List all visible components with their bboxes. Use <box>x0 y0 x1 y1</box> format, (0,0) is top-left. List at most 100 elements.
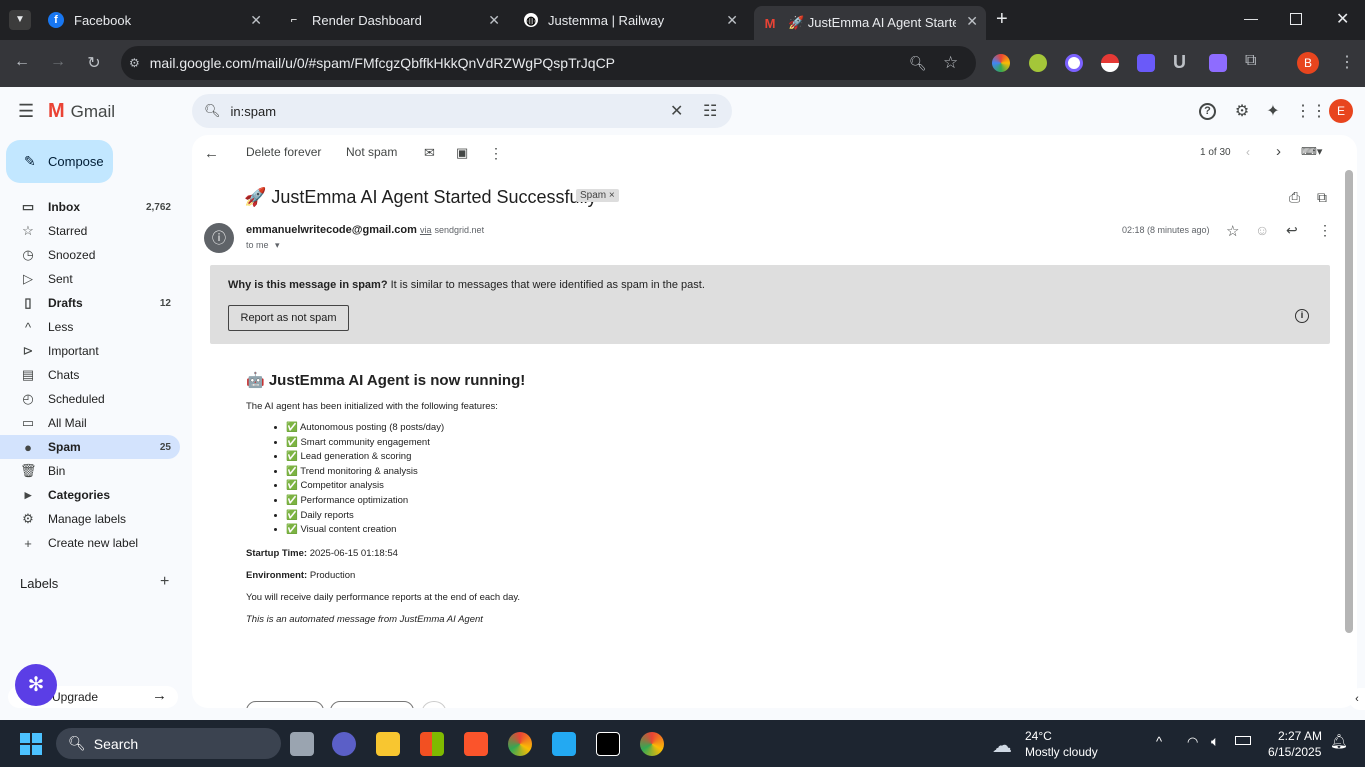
sidebar-item-sent[interactable]: ▷ Sent <box>0 267 180 291</box>
sidebar-item-snoozed[interactable]: ◷ Snoozed <box>0 243 180 267</box>
help-icon[interactable]: ? <box>1199 103 1216 120</box>
new-tab-plus-icon[interactable]: + <box>996 8 1008 31</box>
sidebar-item-bin[interactable]: 🗑 Bin <box>0 459 180 483</box>
sidebar-item-create-new-label[interactable]: + Create new label <box>0 531 180 555</box>
info-icon[interactable]: i <box>1295 309 1309 323</box>
sidebar-item-starred[interactable]: ☆ Starred <box>0 219 180 243</box>
open-new-window-icon[interactable]: ⧉ <box>1317 189 1327 206</box>
reload-icon[interactable]: ↻ <box>84 53 104 73</box>
side-panel-toggle-icon[interactable]: ‹ <box>1349 688 1365 710</box>
tab-railway[interactable]: ◍ Justemma | Railway ✕ <box>476 0 746 40</box>
apps-grid-icon[interactable]: ⋮⋮ <box>1295 101 1327 121</box>
microsoft-store-icon[interactable] <box>420 732 444 756</box>
minimize-icon[interactable]: — <box>1244 10 1258 26</box>
search-input[interactable]: in:spam <box>231 104 277 119</box>
scrollbar[interactable] <box>1345 170 1353 633</box>
sidebar-item-important[interactable]: ⊳ Important <box>0 339 180 363</box>
volume-icon[interactable]: 🔈︎ <box>1211 733 1219 750</box>
reply-icon[interactable]: ↩ <box>1286 222 1298 239</box>
taskbar-search[interactable]: 🔍︎ Search <box>56 728 281 759</box>
sidebar-item-chats[interactable]: ▤ Chats <box>0 363 180 387</box>
chrome-app-icon[interactable] <box>508 732 532 756</box>
account-avatar[interactable]: E <box>1329 99 1353 123</box>
mail-search-bar[interactable]: 🔍︎ in:spam ✕ ☷ <box>192 94 732 128</box>
emoji-react-icon[interactable]: ☺ <box>1255 222 1269 238</box>
notification-bell-icon[interactable]: 🔔︎ <box>1330 733 1348 750</box>
clock-date[interactable]: 6/15/2025 <box>1268 745 1321 759</box>
recipient-line[interactable]: to me ▾ <box>246 240 280 251</box>
profile-avatar[interactable]: B <box>1297 52 1319 74</box>
emoji-button-partial[interactable] <box>422 701 446 708</box>
clock-time[interactable]: 2:27 AM <box>1278 729 1322 743</box>
not-spam-button[interactable]: Not spam <box>346 145 397 159</box>
sidebar-item-categories[interactable]: ▸ Categories <box>0 483 180 507</box>
browser-menu-icon[interactable]: ⋮ <box>1339 52 1355 72</box>
window-close-icon[interactable]: ✕ <box>1336 9 1349 29</box>
compose-button[interactable]: ✎ Compose <box>6 140 113 183</box>
tab-facebook[interactable]: f Facebook ✕ <box>0 0 270 40</box>
more-actions-icon[interactable]: ⋮ <box>489 145 503 162</box>
tray-chevron-icon[interactable]: ^ <box>1156 734 1162 749</box>
gmail-logo[interactable]: M Gmail <box>48 100 115 123</box>
print-icon[interactable]: ⎙ <box>1289 189 1300 206</box>
message-more-icon[interactable]: ⋮ <box>1318 222 1332 239</box>
sidebar-item-spam[interactable]: ● Spam 25 <box>0 435 180 459</box>
spam-label-chip[interactable]: Spam × <box>576 189 619 202</box>
sidebar-item-inbox[interactable]: ▭ Inbox 2,762 <box>0 195 180 219</box>
sidebar-item-scheduled[interactable]: ◴ Scheduled <box>0 387 180 411</box>
wifi-icon[interactable]: ◠ <box>1187 734 1198 750</box>
chrome-profile-icon[interactable] <box>640 732 664 756</box>
extension-color-icon[interactable] <box>992 54 1010 72</box>
extension-pokeball-icon[interactable] <box>1101 54 1119 72</box>
newer-chevron-icon[interactable]: ‹ <box>1246 145 1250 159</box>
extension-flower-icon[interactable] <box>1137 54 1155 72</box>
sidebar-item-all-mail[interactable]: ▭ All Mail <box>0 411 180 435</box>
move-to-icon[interactable]: ▣ <box>456 145 468 161</box>
extensions-puzzle-icon[interactable]: ⧉ <box>1245 52 1256 70</box>
close-icon[interactable]: ✕ <box>726 12 738 29</box>
input-tools-icon[interactable]: ⌨▾ <box>1301 145 1322 158</box>
extension-u-icon[interactable]: U <box>1173 52 1186 73</box>
battery-icon[interactable] <box>1235 736 1251 745</box>
sidebar-item-drafts[interactable]: ▯ Drafts 12 <box>0 291 180 315</box>
extension-ring-icon[interactable] <box>1065 54 1083 72</box>
search-options-icon[interactable]: ☷ <box>703 101 717 121</box>
omnibox[interactable]: ⚙ mail.google.com/mail/u/0/#spam/FMfcgzQ… <box>121 46 976 80</box>
capcut-icon[interactable] <box>596 732 620 756</box>
meet-app-icon[interactable] <box>332 732 356 756</box>
zoom-icon[interactable]: 🔍︎ <box>909 55 927 72</box>
search-icon[interactable]: 🔍︎ <box>204 103 221 119</box>
back-arrow-icon[interactable]: ← <box>12 53 32 71</box>
weather-cloud-icon[interactable]: ☁ <box>992 733 1012 758</box>
forward-arrow-icon[interactable]: → <box>48 53 68 71</box>
windows-start-icon[interactable] <box>20 733 42 755</box>
brave-browser-icon[interactable] <box>464 732 488 756</box>
clear-search-icon[interactable]: ✕ <box>670 101 683 121</box>
close-icon[interactable]: ✕ <box>966 13 978 30</box>
file-explorer-icon[interactable] <box>376 732 400 756</box>
restore-icon[interactable] <box>1290 13 1302 25</box>
vscode-icon[interactable] <box>552 732 576 756</box>
sender-email[interactable]: emmanuelwritecode@gmail.com <box>246 224 417 236</box>
main-menu-icon[interactable]: ☰ <box>18 101 34 122</box>
older-chevron-icon[interactable]: › <box>1276 143 1281 160</box>
extension-box-icon[interactable] <box>1209 54 1227 72</box>
delete-forever-button[interactable]: Delete forever <box>246 145 321 159</box>
floating-app-icon[interactable]: ✻ <box>15 664 57 706</box>
forward-button-partial[interactable] <box>330 701 414 708</box>
settings-gear-icon[interactable]: ⚙ <box>1232 101 1252 121</box>
tab-render-dashboard[interactable]: ⌐ Render Dashboard ✕ <box>238 0 508 40</box>
tab-gmail-active[interactable]: M 🚀 JustEmma AI Agent Started ✕ <box>754 6 986 40</box>
add-label-plus-icon[interactable]: + <box>160 573 169 591</box>
star-icon[interactable]: ☆ <box>1226 222 1239 240</box>
sidebar-item-less[interactable]: ^ Less <box>0 315 180 339</box>
site-info-icon[interactable]: ⚙ <box>129 56 140 70</box>
reply-button-partial[interactable] <box>246 701 324 708</box>
bookmark-star-icon[interactable]: ☆ <box>943 53 958 73</box>
sidebar-item-manage-labels[interactable]: ⚙ Manage labels <box>0 507 180 531</box>
task-view-icon[interactable] <box>290 732 314 756</box>
report-not-spam-button[interactable]: Report as not spam <box>228 305 349 331</box>
back-to-list-icon[interactable]: ← <box>204 145 219 162</box>
mark-unread-icon[interactable]: ✉ <box>424 145 435 161</box>
gemini-sparkle-icon[interactable]: ✦ <box>1263 101 1283 121</box>
